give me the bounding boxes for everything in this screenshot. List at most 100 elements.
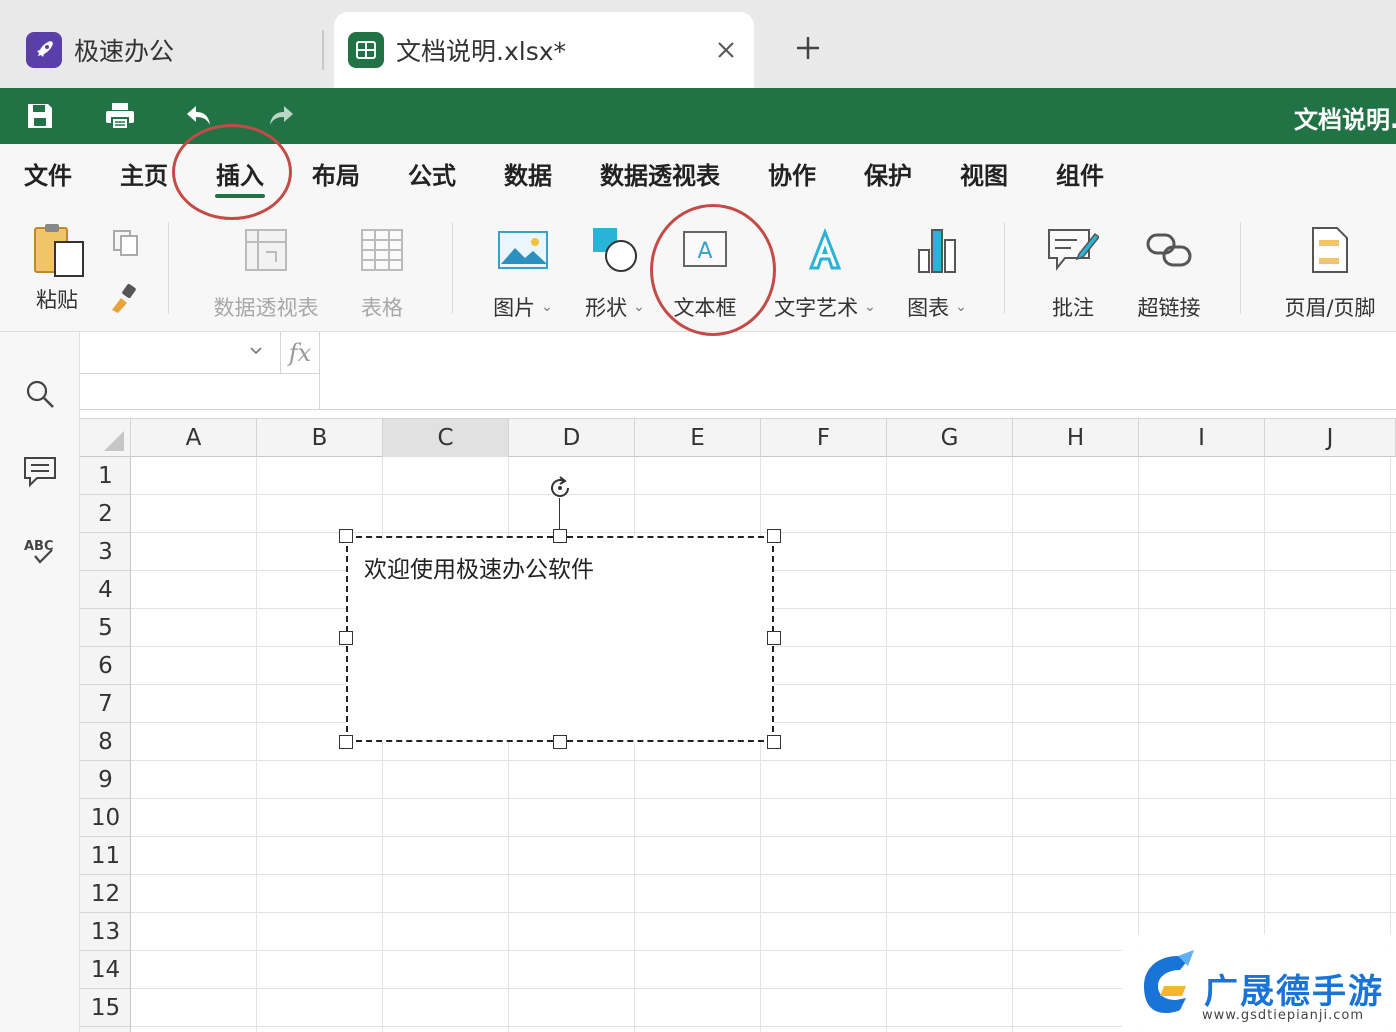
menu-protect[interactable]: 保护 xyxy=(864,156,912,191)
watermark-url: www.gsdtiepianji.com xyxy=(1202,1008,1365,1023)
text-box-content[interactable]: 欢迎使用极速办公软件 xyxy=(364,550,594,584)
tab-app[interactable]: 极速办公 xyxy=(0,12,320,88)
column-header-e[interactable]: E xyxy=(635,419,761,457)
row-header-5[interactable]: 5 xyxy=(80,609,131,647)
chart-button[interactable]: 图表 ⌄ xyxy=(900,222,974,322)
column-header-b[interactable]: B xyxy=(257,419,383,457)
row-header-14[interactable]: 14 xyxy=(80,951,131,989)
textbox-icon: A xyxy=(682,222,728,278)
comment-button[interactable]: 批注 xyxy=(1040,222,1106,322)
tab-app-label: 极速办公 xyxy=(74,37,175,66)
picture-button[interactable]: 图片 ⌄ xyxy=(486,222,560,322)
menu-bar: 文件 主页 插入 布局 公式 数据 数据透视表 协作 保护 视图 组件 xyxy=(0,144,1396,206)
picture-label: 图片 ⌄ xyxy=(493,292,553,322)
row-header-12[interactable]: 12 xyxy=(80,875,131,913)
row-header-8[interactable]: 8 xyxy=(80,723,131,761)
header-footer-button[interactable]: 页眉/页脚 xyxy=(1280,222,1380,322)
table-button[interactable]: 表格 xyxy=(352,222,412,322)
tab-document[interactable]: 文档说明.xlsx* xyxy=(334,12,754,88)
chart-label: 图表 ⌄ xyxy=(907,292,967,322)
row-header-10[interactable]: 10 xyxy=(80,799,131,837)
svg-text:A: A xyxy=(697,239,712,264)
textbox-button[interactable]: A 文本框 xyxy=(668,222,742,322)
comment-label: 批注 xyxy=(1052,296,1094,320)
menu-formula[interactable]: 公式 xyxy=(408,156,456,191)
menu-collaborate[interactable]: 协作 xyxy=(768,156,816,191)
hyperlink-button[interactable]: 超链接 xyxy=(1132,222,1206,322)
resize-handle-top[interactable] xyxy=(553,529,567,543)
shape-label-text: 形状 xyxy=(585,296,628,320)
format-painter-icon[interactable] xyxy=(108,282,140,318)
row-header-9[interactable]: 9 xyxy=(80,761,131,799)
resize-handle-bottom[interactable] xyxy=(553,735,567,749)
column-header-a[interactable]: A xyxy=(131,419,257,457)
menu-layout[interactable]: 布局 xyxy=(312,156,360,191)
ribbon-divider xyxy=(1004,222,1005,314)
chart-label-text: 图表 xyxy=(907,296,950,320)
add-tab-icon[interactable] xyxy=(790,30,826,66)
column-header-c[interactable]: C xyxy=(383,419,509,457)
resize-handle-top-right[interactable] xyxy=(767,529,781,543)
row-header-13[interactable]: 13 xyxy=(80,913,131,951)
grid-column-line xyxy=(1012,457,1013,1032)
ribbon-divider xyxy=(1240,222,1241,314)
chevron-down-icon[interactable] xyxy=(248,342,264,362)
row-header-15[interactable]: 15 xyxy=(80,989,131,1027)
column-header-g[interactable]: G xyxy=(887,419,1013,457)
column-header-i[interactable]: I xyxy=(1139,419,1265,457)
menu-view[interactable]: 视图 xyxy=(960,156,1008,191)
menu-file[interactable]: 文件 xyxy=(24,156,72,191)
pivot-table-icon xyxy=(244,222,288,278)
undo-icon[interactable] xyxy=(180,96,220,136)
insert-function-button[interactable]: fx xyxy=(280,332,320,374)
formula-input[interactable] xyxy=(321,332,1396,410)
chevron-down-icon: ⌄ xyxy=(864,299,876,315)
row-header-column: 1 2 3 4 5 6 7 8 9 10 11 12 13 14 15 xyxy=(80,457,131,1032)
resize-handle-bottom-right[interactable] xyxy=(767,735,781,749)
row-header-11[interactable]: 11 xyxy=(80,837,131,875)
row-header-4[interactable]: 4 xyxy=(80,571,131,609)
pivot-table-button[interactable]: 数据透视表 xyxy=(204,222,328,322)
menu-plugins[interactable]: 组件 xyxy=(1056,156,1104,191)
menu-pivot-table[interactable]: 数据透视表 xyxy=(600,156,720,191)
paste-button[interactable]: 粘贴 xyxy=(24,222,90,322)
search-icon[interactable] xyxy=(22,376,58,412)
tab-bar: 极速办公 文档说明.xlsx* xyxy=(0,0,1396,88)
print-icon[interactable] xyxy=(100,96,140,136)
column-header-row: ABCDEFGHIJ xyxy=(80,418,1396,457)
redo-icon[interactable] xyxy=(260,96,300,136)
close-icon[interactable] xyxy=(712,36,740,64)
menu-data[interactable]: 数据 xyxy=(504,156,552,191)
spellcheck-icon[interactable]: ABC xyxy=(22,532,58,568)
row-header-3[interactable]: 3 xyxy=(80,533,131,571)
save-icon[interactable] xyxy=(20,96,60,136)
picture-label-text: 图片 xyxy=(493,296,536,320)
resize-handle-right[interactable] xyxy=(767,631,781,645)
menu-home[interactable]: 主页 xyxy=(120,156,168,191)
shape-button[interactable]: 形状 ⌄ xyxy=(578,222,652,322)
word-art-button[interactable]: 文字艺术 ⌄ xyxy=(770,222,880,322)
comments-icon[interactable] xyxy=(22,454,58,490)
menu-insert[interactable]: 插入 xyxy=(216,156,264,191)
resize-handle-left[interactable] xyxy=(339,631,353,645)
row-header-7[interactable]: 7 xyxy=(80,685,131,723)
column-header-h[interactable]: H xyxy=(1013,419,1139,457)
watermark: 广晟德手游 www.gsdtiepianji.com xyxy=(1122,934,1396,1032)
row-header-6[interactable]: 6 xyxy=(80,647,131,685)
grid-row-line xyxy=(131,494,1396,495)
resize-handle-bottom-left[interactable] xyxy=(339,735,353,749)
row-header-1[interactable]: 1 xyxy=(80,457,131,495)
resize-handle-top-left[interactable] xyxy=(339,529,353,543)
table-icon xyxy=(360,222,404,278)
copy-icon[interactable] xyxy=(110,228,142,262)
column-header-j[interactable]: J xyxy=(1265,419,1396,457)
hyperlink-label: 超链接 xyxy=(1137,296,1201,320)
select-all-corner[interactable] xyxy=(80,419,131,457)
column-header-f[interactable]: F xyxy=(761,419,887,457)
paste-label: 粘贴 xyxy=(36,288,78,312)
column-header-d[interactable]: D xyxy=(509,419,635,457)
rotate-handle-icon[interactable] xyxy=(546,474,574,502)
shape-icon xyxy=(591,222,639,278)
row-header-2[interactable]: 2 xyxy=(80,495,131,533)
text-box[interactable]: 欢迎使用极速办公软件 xyxy=(346,536,774,742)
